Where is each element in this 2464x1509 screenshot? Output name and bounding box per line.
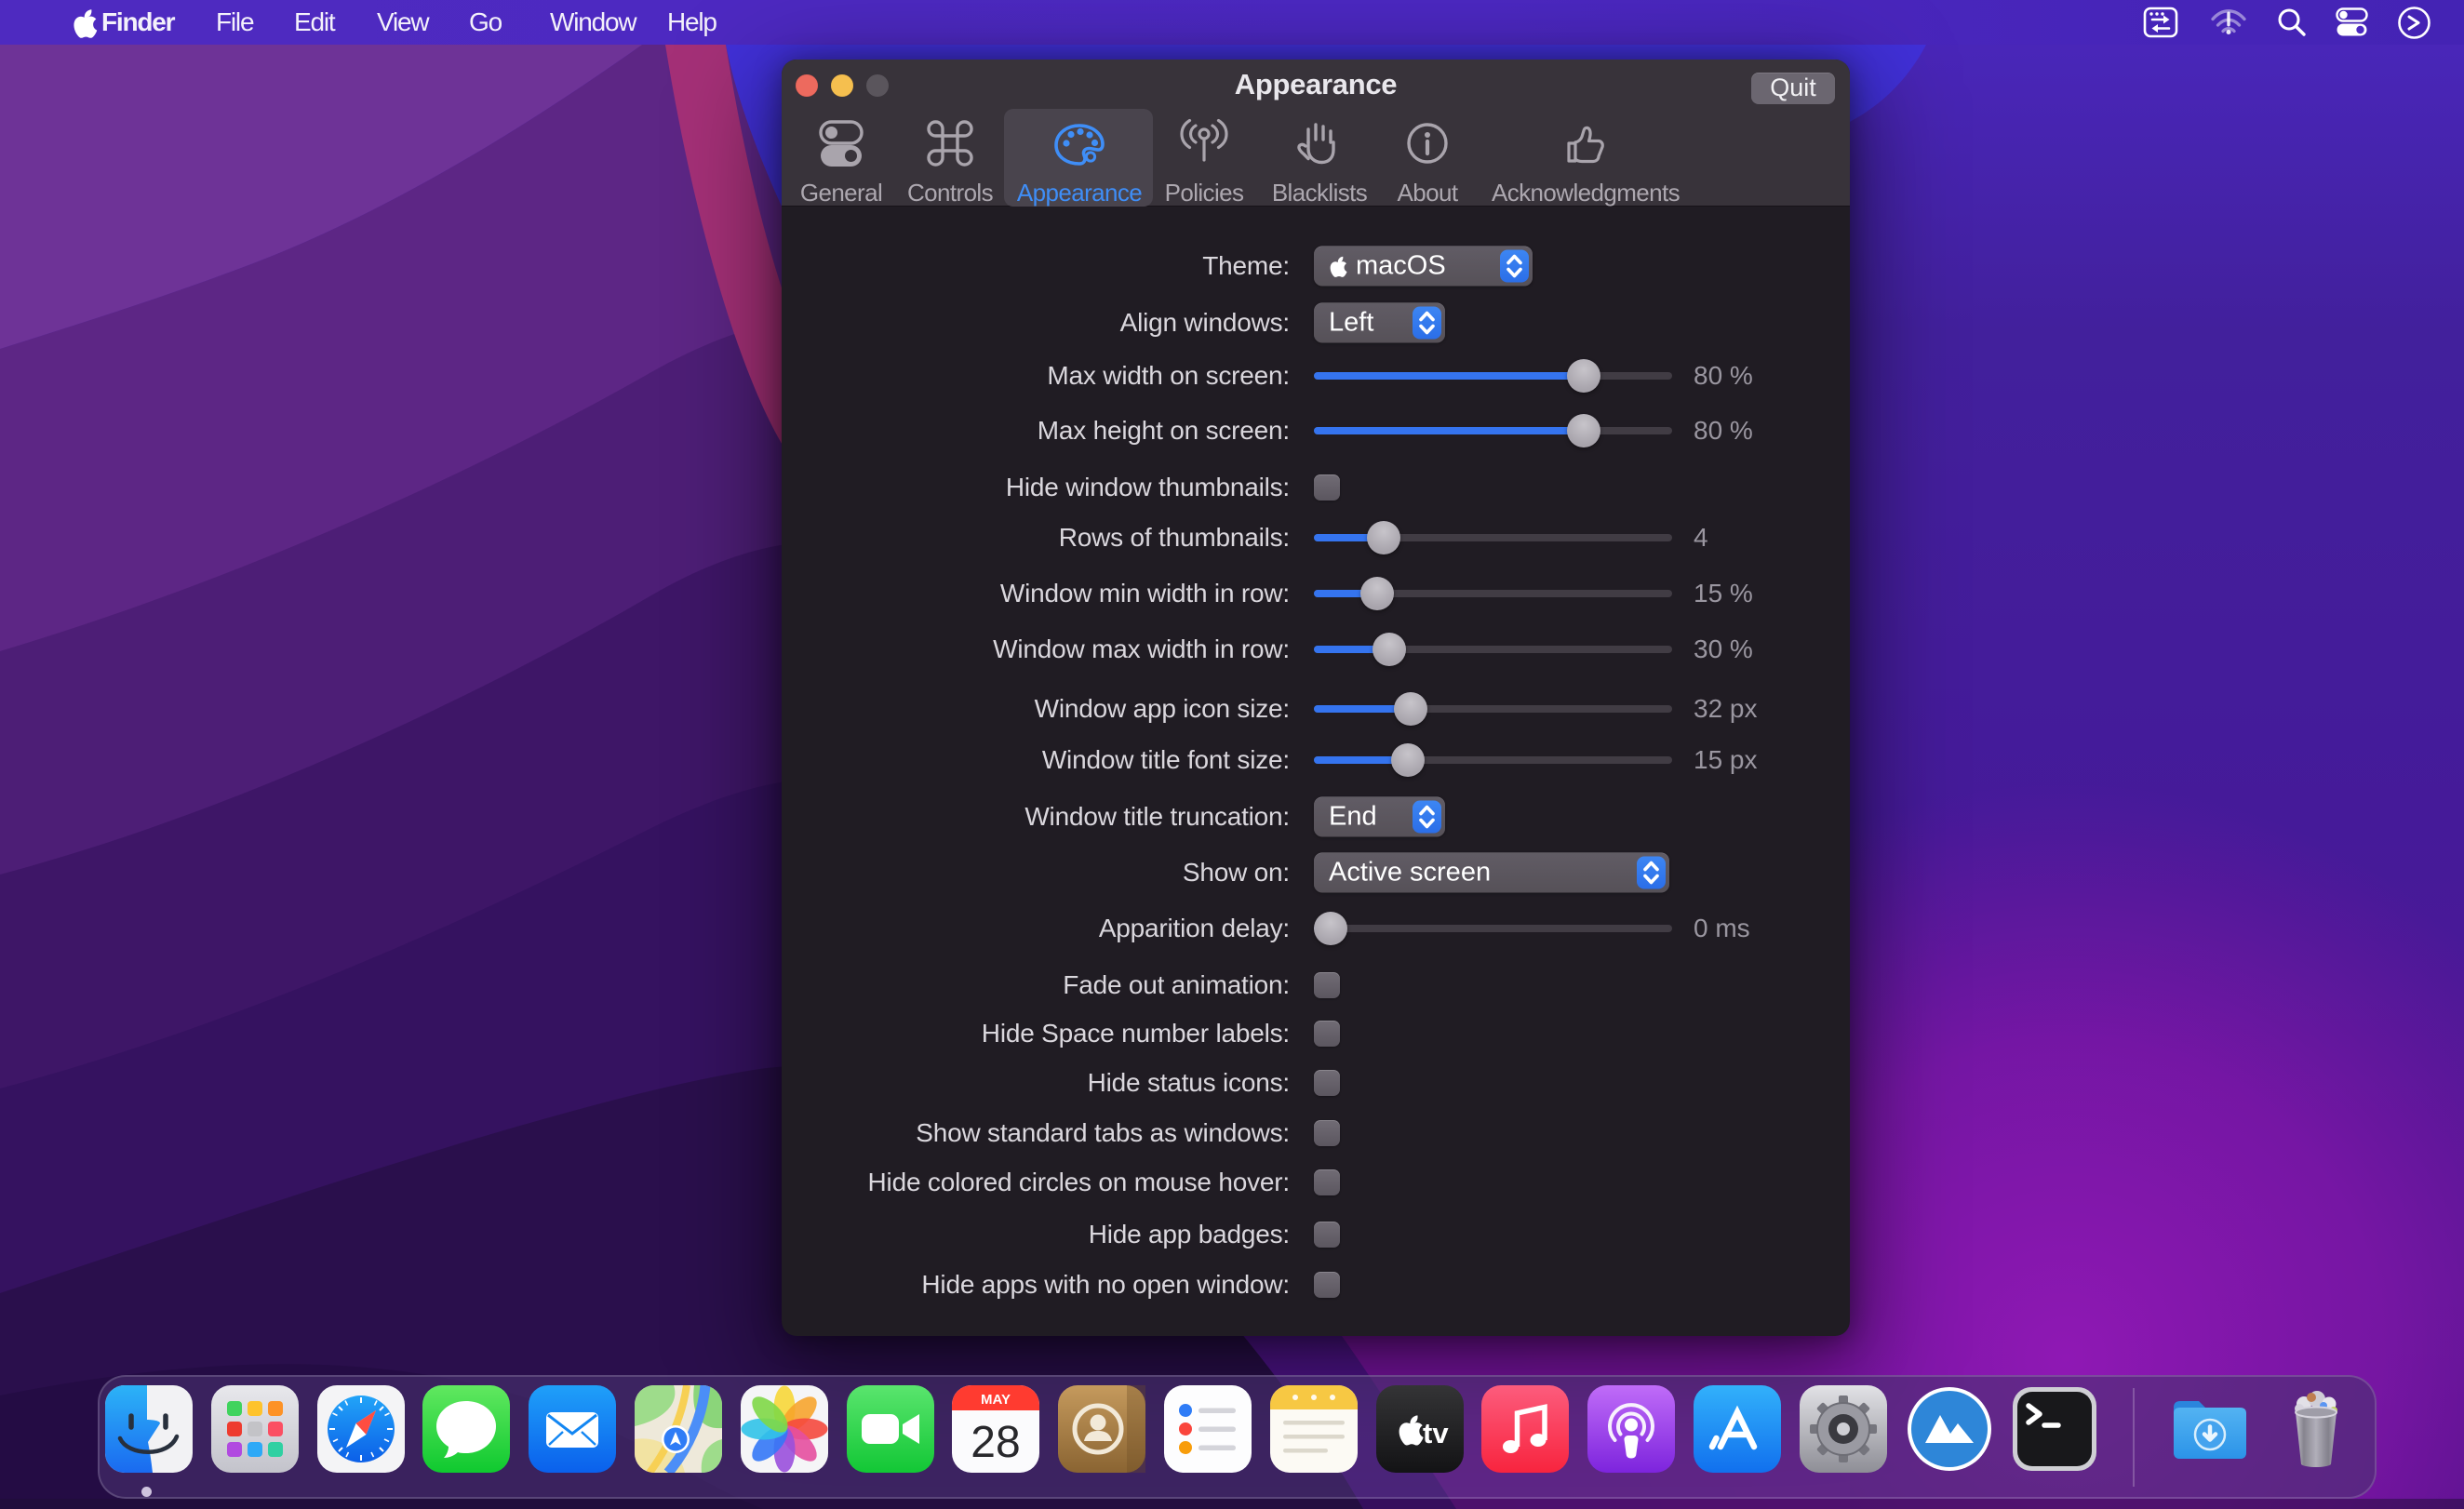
svg-text:MAY: MAY: [981, 1392, 1011, 1408]
svg-text:28: 28: [971, 1418, 1020, 1467]
svg-text:tv: tv: [1423, 1417, 1449, 1449]
